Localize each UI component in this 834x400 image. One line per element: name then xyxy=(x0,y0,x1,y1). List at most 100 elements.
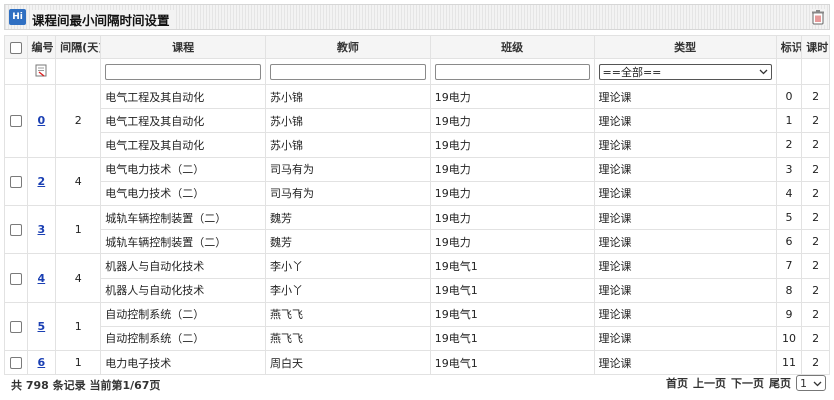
row-checkbox[interactable] xyxy=(9,115,22,128)
filter-cell-empty xyxy=(4,58,28,85)
group-id-link[interactable]: 0 xyxy=(38,114,46,127)
teacher-cell: 魏芳 xyxy=(264,204,431,231)
mark-cell: 5 xyxy=(775,204,803,231)
row-checkbox[interactable] xyxy=(9,357,22,370)
hours-cell: 2 xyxy=(801,350,830,376)
type-cell: 理论课 xyxy=(593,229,777,255)
class-cell: 19电力 xyxy=(429,156,595,182)
filter-cell-course xyxy=(100,58,266,85)
row-checkbox[interactable] xyxy=(9,272,22,285)
type-cell: 理论课 xyxy=(593,132,777,158)
table-row: 0 2 电气工程及其自动化 苏小锦 19电力 理论课 0 2 xyxy=(4,83,830,158)
group-id-link[interactable]: 5 xyxy=(38,320,46,333)
hours-cell: 2 xyxy=(801,180,830,206)
group-id-link[interactable]: 6 xyxy=(38,356,46,369)
group-id-link[interactable]: 3 xyxy=(38,223,46,236)
col-header-class[interactable]: 班级 xyxy=(429,35,595,59)
hours-cell: 2 xyxy=(801,156,830,182)
type-cell: 理论课 xyxy=(593,350,777,376)
course-cell: 电气工程及其自动化 xyxy=(100,108,266,134)
type-filter-value: ==全部== xyxy=(602,65,662,79)
table-row: 电气电力技术（二） 司马有为 19电力 理论课 4 2 xyxy=(5,180,830,206)
class-cell: 19电力 xyxy=(429,132,595,158)
col-header-interval[interactable]: 间隔(天) xyxy=(55,35,102,59)
type-cell: 理论课 xyxy=(593,277,777,303)
mark-cell: 6 xyxy=(775,229,803,255)
row-checkbox[interactable] xyxy=(9,224,22,237)
filter-cell-hours xyxy=(801,58,830,85)
teacher-cell: 苏小锦 xyxy=(264,108,431,134)
course-cell: 自动控制系统（二） xyxy=(100,325,266,352)
class-filter-input[interactable] xyxy=(434,63,590,80)
course-cell: 电气电力技术（二） xyxy=(100,156,266,182)
type-cell: 理论课 xyxy=(593,325,777,352)
class-cell: 19电气1 xyxy=(429,253,595,279)
interval-cell: 4 xyxy=(55,156,102,206)
col-header-mark[interactable]: 标识 xyxy=(775,35,803,59)
type-cell: 理论课 xyxy=(593,253,777,279)
teacher-cell: 苏小锦 xyxy=(264,132,431,158)
teacher-cell: 燕飞飞 xyxy=(264,301,431,327)
clear-filter-icon[interactable] xyxy=(35,64,47,80)
filter-cell-teacher xyxy=(264,58,431,85)
row-checkbox[interactable] xyxy=(9,320,22,333)
hours-cell: 2 xyxy=(801,277,830,303)
type-filter-select[interactable]: ==全部== xyxy=(598,63,772,80)
mark-cell: 3 xyxy=(775,156,803,182)
hours-cell: 2 xyxy=(801,325,830,352)
col-header-teacher[interactable]: 教师 xyxy=(264,35,431,59)
filter-cell-type: ==全部== xyxy=(593,58,777,85)
col-header-course[interactable]: 课程 xyxy=(100,35,266,59)
interval-cell: 1 xyxy=(55,204,102,255)
trash-icon[interactable] xyxy=(810,9,826,25)
interval-cell: 1 xyxy=(55,301,102,352)
record-summary: 共 798 条记录 当前第1/67页 xyxy=(11,379,161,392)
mark-cell: 2 xyxy=(775,132,803,158)
hours-cell: 2 xyxy=(801,301,830,327)
last-page-link[interactable]: 尾页 xyxy=(769,375,791,391)
mark-cell: 8 xyxy=(775,277,803,303)
group-id-link[interactable]: 4 xyxy=(38,272,46,285)
next-page-link[interactable]: 下一页 xyxy=(731,375,764,391)
interval-cell: 1 xyxy=(55,350,102,376)
teacher-cell: 周白天 xyxy=(264,350,431,376)
type-cell: 理论课 xyxy=(593,83,777,110)
course-cell: 机器人与自动化技术 xyxy=(100,277,266,303)
app-logo-icon: Hi xyxy=(9,9,26,25)
group-id-link[interactable]: 2 xyxy=(38,175,46,188)
prev-page-link[interactable]: 上一页 xyxy=(693,375,726,391)
course-filter-input[interactable] xyxy=(105,63,261,80)
page-title: 课程间最小间隔时间设置 xyxy=(32,10,174,29)
class-cell: 19电气1 xyxy=(429,325,595,352)
hours-cell: 2 xyxy=(801,132,830,158)
chevron-down-icon xyxy=(813,377,822,390)
mark-cell: 4 xyxy=(775,180,803,206)
mark-cell: 11 xyxy=(775,350,803,376)
type-cell: 理论课 xyxy=(593,108,777,134)
table-row: 城轨车辆控制装置（二） 魏芳 19电力 理论课 6 2 xyxy=(5,229,830,255)
group-id-cell: 4 xyxy=(26,253,57,303)
mark-cell: 0 xyxy=(775,83,803,110)
table-row: 机器人与自动化技术 李小丫 19电气1 理论课 8 2 xyxy=(5,277,830,303)
first-page-link[interactable]: 首页 xyxy=(666,375,688,391)
course-cell: 电力电子技术 xyxy=(100,350,266,376)
hours-cell: 2 xyxy=(801,83,830,110)
col-header-type[interactable]: 类型 xyxy=(593,35,777,59)
hours-cell: 2 xyxy=(801,108,830,134)
hours-cell: 2 xyxy=(801,229,830,255)
class-cell: 19电力 xyxy=(429,180,595,206)
page-select[interactable]: 1 xyxy=(796,375,826,391)
row-checkbox[interactable] xyxy=(9,175,22,188)
col-header-id[interactable]: 编号 xyxy=(26,35,57,59)
col-header-hours[interactable]: 课时 xyxy=(801,35,830,59)
chevron-down-icon xyxy=(759,65,768,78)
table-row: 2 4 电气电力技术（二） 司马有为 19电力 理论课 3 2 xyxy=(4,156,830,206)
filter-cell-interval xyxy=(55,58,102,85)
teacher-filter-input[interactable] xyxy=(269,63,426,80)
table-row: 3 1 城轨车辆控制装置（二） 魏芳 19电力 理论课 5 2 xyxy=(4,204,830,255)
header-row: 编号 间隔(天) 课程 教师 班级 类型 标识 课时 xyxy=(4,35,830,59)
course-cell: 机器人与自动化技术 xyxy=(100,253,266,279)
teacher-cell: 燕飞飞 xyxy=(264,325,431,352)
type-cell: 理论课 xyxy=(593,204,777,231)
select-all-checkbox[interactable] xyxy=(9,41,22,54)
